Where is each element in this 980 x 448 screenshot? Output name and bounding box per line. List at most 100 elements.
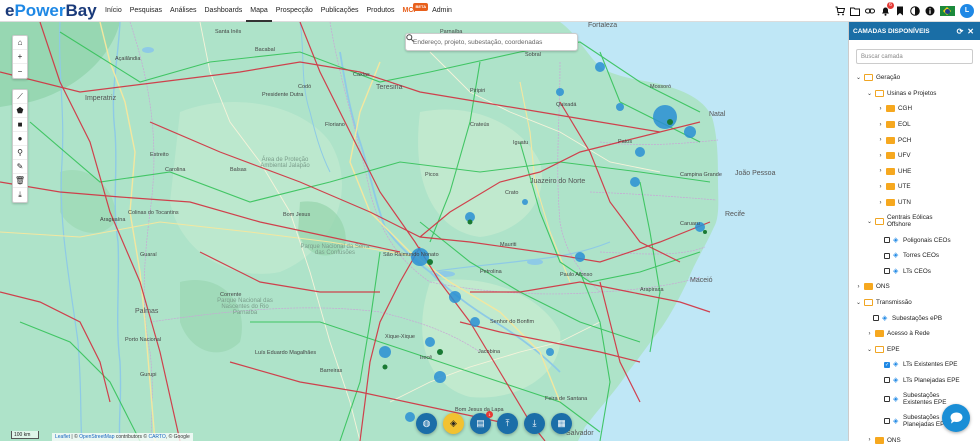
layer-tree-item[interactable]: › Acesso à Rede [849, 326, 980, 342]
zoom-out-icon[interactable]: − [13, 64, 27, 78]
report-button[interactable]: ▦ [551, 413, 572, 434]
rectangle-icon[interactable]: ■ [13, 118, 27, 132]
polygon-icon[interactable]: ⬟ [13, 104, 27, 118]
layer-tree-item[interactable]: ◈ LTs CEOs [849, 264, 980, 280]
chevron-down-icon[interactable]: ⌄ [855, 299, 862, 306]
bookmark-icon[interactable] [895, 6, 905, 16]
layer-tree-item[interactable]: ◈ Poligonais CEOs [849, 232, 980, 248]
layer-tree-label: Acesso à Rede [887, 330, 930, 338]
refresh-icon[interactable]: ⟳ [957, 27, 964, 36]
edit-icon[interactable]: ✎ [13, 160, 27, 174]
layer-tree-item[interactable]: ⌄ EPE [849, 342, 980, 358]
folder-icon[interactable] [850, 6, 860, 16]
chevron-right-icon[interactable]: › [855, 284, 862, 290]
city-label: Araguaína [100, 217, 126, 223]
layer-tree-item[interactable]: ⌄ Transmissão [849, 295, 980, 311]
layer-tree-label: Centrais Eólicas Offshore [887, 214, 933, 229]
layer-tree-item[interactable]: ◈ Torres CEOs [849, 248, 980, 264]
nav-publicacoes[interactable]: Publicações [317, 0, 363, 22]
chevron-down-icon[interactable]: ⌄ [855, 74, 862, 81]
table-button[interactable]: ▤ 1 [470, 411, 493, 434]
chevron-right-icon[interactable]: › [877, 137, 884, 143]
layers-button[interactable]: ◈ [443, 413, 464, 434]
home-icon[interactable]: ⌂ [13, 36, 27, 50]
layer-tree-item[interactable]: › ONS [849, 432, 980, 448]
layer-checkbox[interactable] [884, 268, 890, 275]
nav-prospeccao[interactable]: Prospecção [272, 0, 317, 22]
chevron-right-icon[interactable]: › [877, 153, 884, 159]
chevron-right-icon[interactable]: › [877, 106, 884, 112]
nav-dashboards[interactable]: Dashboards [201, 0, 247, 22]
nav-inicio[interactable]: Início [101, 0, 126, 22]
globe-button[interactable]: ◍ [416, 413, 437, 434]
nav-pesquisas[interactable]: Pesquisas [126, 0, 166, 22]
city-label: Crateús [470, 122, 490, 128]
download-icon[interactable]: ⤓ [13, 188, 27, 202]
layer-tree-item[interactable]: › PCH [849, 132, 980, 148]
layer-tree-item[interactable]: › UTN [849, 195, 980, 211]
cart-icon[interactable] [835, 6, 845, 16]
layer-tree-item[interactable]: › UHE [849, 164, 980, 180]
layer-icon: ◈ [893, 417, 899, 425]
zoom-in-icon[interactable]: + [13, 50, 27, 64]
chevron-right-icon[interactable]: › [866, 437, 873, 443]
info-icon[interactable] [925, 6, 935, 16]
nav-mcp[interactable]: MCP BETA [399, 0, 429, 22]
chevron-right-icon[interactable]: › [877, 168, 884, 174]
upload-button[interactable]: ⤒ [497, 413, 518, 434]
nav-admin[interactable]: Admin [428, 0, 456, 22]
layer-checkbox[interactable] [884, 396, 890, 403]
layer-checkbox[interactable] [884, 377, 890, 384]
layer-tree-label: ONS [876, 283, 890, 291]
layer-tree-item[interactable]: ⌄ Geração [849, 70, 980, 86]
layer-tree-item[interactable]: › UFV [849, 148, 980, 164]
download-icon: ⤓ [532, 418, 537, 428]
layer-checkbox[interactable] [884, 361, 890, 368]
nav-analises[interactable]: Análises [166, 0, 200, 22]
epowerbay-logo[interactable]: e Power Bay [0, 1, 101, 21]
layer-tree-item[interactable]: › EOL [849, 117, 980, 133]
leaflet-link[interactable]: Leaflet [55, 434, 70, 440]
layer-tree-item[interactable]: › CGH [849, 101, 980, 117]
chevron-right-icon[interactable]: › [866, 331, 873, 337]
layer-search-input[interactable]: Buscar camada [856, 49, 973, 64]
chevron-right-icon[interactable]: › [877, 122, 884, 128]
layer-tree-item[interactable]: ◈ LTs Existentes EPE [849, 357, 980, 373]
layer-tree-item[interactable]: ◈ LTs Planejadas EPE [849, 373, 980, 389]
chevron-down-icon[interactable]: ⌄ [866, 90, 873, 97]
layer-icon: ◈ [893, 376, 899, 384]
brazil-flag-icon[interactable] [940, 6, 955, 16]
chevron-right-icon[interactable]: › [877, 200, 884, 206]
osm-link[interactable]: OpenStreetMap [79, 434, 114, 440]
layer-checkbox[interactable] [884, 252, 890, 259]
chevron-down-icon[interactable]: ⌄ [866, 218, 873, 225]
map-search-input[interactable]: Endereço, projeto, subestação, coordenad… [405, 33, 578, 51]
layer-tree-item[interactable]: › ONS [849, 279, 980, 295]
layer-tree-item[interactable]: › UTE [849, 179, 980, 195]
search-icon[interactable] [406, 34, 414, 42]
layer-tree-label: LTs Planejadas EPE [903, 376, 960, 384]
layer-tree-item[interactable]: ⌄ Usinas e Projetos [849, 86, 980, 102]
circle-icon[interactable]: ● [13, 132, 27, 146]
layer-checkbox[interactable] [884, 237, 890, 244]
delete-icon[interactable]: 🗑 [13, 174, 27, 188]
layer-checkbox[interactable] [884, 418, 890, 425]
link-icon[interactable] [865, 6, 875, 16]
polyline-icon[interactable]: ⟋ [13, 90, 27, 104]
bell-icon[interactable]: 6 [880, 2, 894, 16]
chat-button[interactable] [942, 404, 970, 432]
marker-icon[interactable]: ⚲ [13, 146, 27, 160]
user-avatar[interactable]: L [960, 4, 974, 18]
layer-tree-item[interactable]: ⌄ Centrais Eólicas Offshore [849, 210, 980, 232]
chevron-down-icon[interactable]: ⌄ [866, 346, 873, 353]
contrast-icon[interactable] [910, 6, 920, 16]
nav-mapa[interactable]: Mapa [246, 0, 272, 22]
layer-checkbox[interactable] [873, 315, 879, 322]
carto-link[interactable]: CARTO [148, 434, 165, 440]
map-canvas[interactable]: Açailândia Imperatriz Araguaína Carolina… [0, 22, 848, 441]
nav-produtos[interactable]: Produtos [362, 0, 398, 22]
close-icon[interactable]: ✕ [967, 27, 974, 36]
layer-tree-item[interactable]: ◈ Subestações ePB [849, 310, 980, 326]
download-button[interactable]: ⤓ [524, 413, 545, 434]
chevron-right-icon[interactable]: › [877, 184, 884, 190]
